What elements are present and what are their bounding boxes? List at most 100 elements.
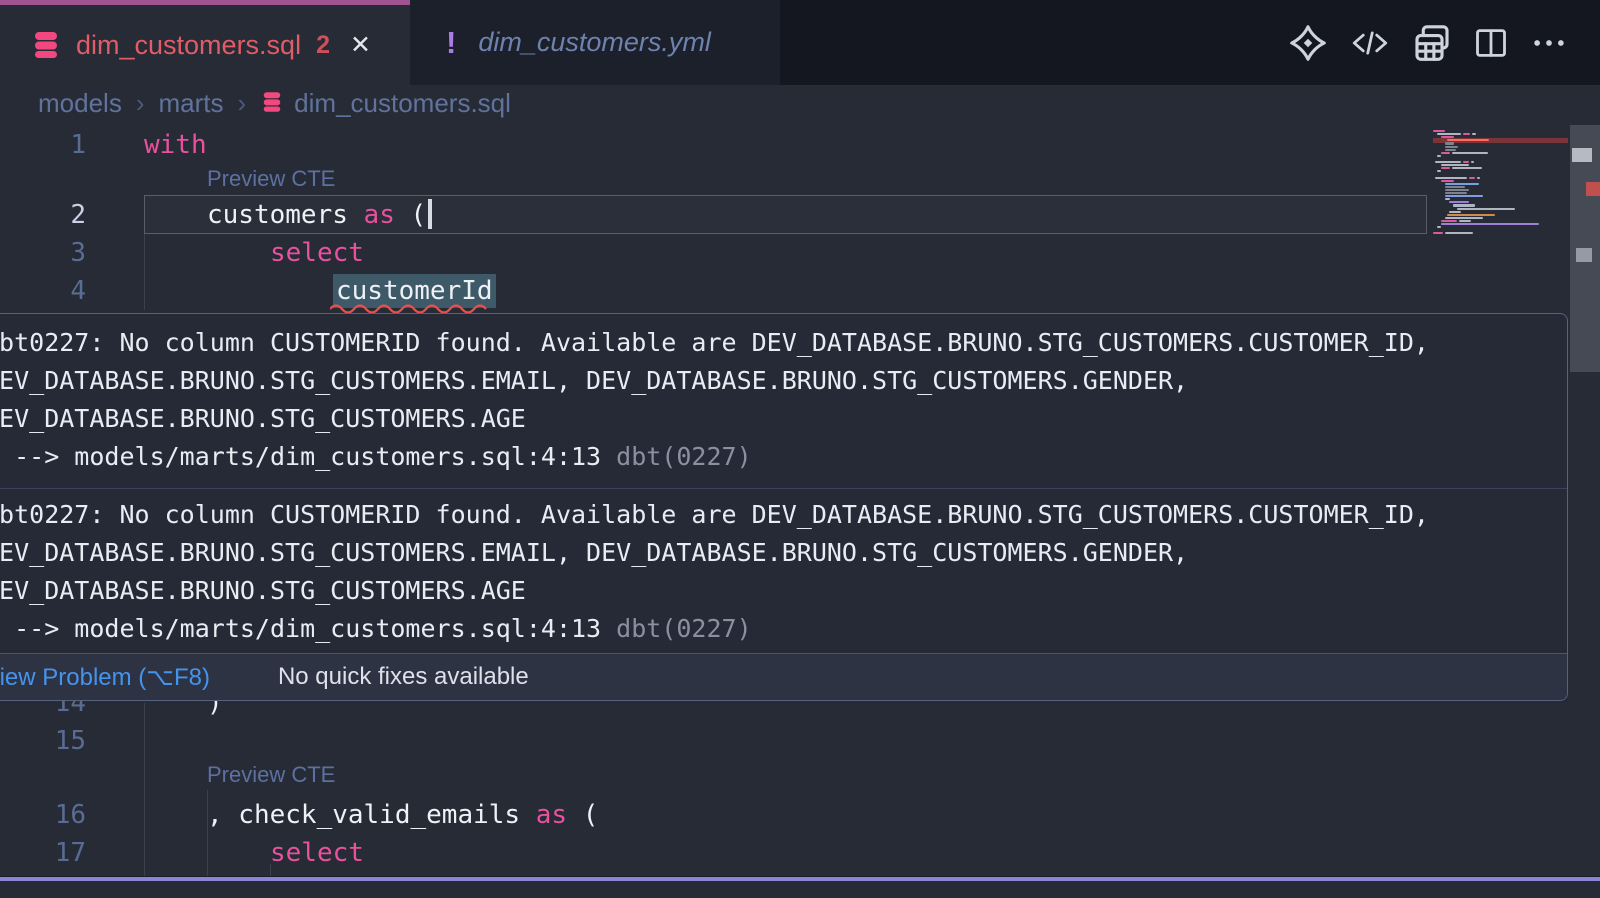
scrollbar[interactable] (1570, 122, 1600, 898)
line-number-1[interactable]: 1 (0, 126, 86, 164)
code-lens-preview-cte[interactable]: Preview CTE (207, 760, 335, 790)
line-number-2[interactable]: 2 (0, 196, 86, 234)
breadcrumb-marts[interactable]: marts (159, 88, 224, 119)
breadcrumb-separator: › (238, 88, 247, 119)
error-code: dbt(0227) (616, 442, 751, 471)
split-editor-icon[interactable] (1473, 25, 1509, 61)
error-message-line: DEV_DATABASE.BRUNO.STG_CUSTOMERS.EMAIL, … (0, 362, 1557, 400)
code-lens-preview-cte[interactable]: Preview CTE (207, 164, 335, 194)
minimap-code-bar (1449, 201, 1469, 203)
code-token: as (536, 800, 567, 830)
minimap-code-bar (1459, 220, 1471, 222)
tab-bar: dim_customers.sql 2 ✕ ! dim_customers.ym… (0, 0, 1600, 85)
code-token: , check_valid_emails (207, 800, 536, 830)
minimap-code-bar (1441, 220, 1457, 222)
minimap-code-bar (1437, 170, 1441, 172)
code-token: select (270, 838, 364, 868)
minimap-code-bar (1445, 232, 1473, 234)
breadcrumb-file[interactable]: dim_customers.sql (294, 88, 511, 119)
line-number-3[interactable]: 3 (0, 234, 86, 272)
minimap-code-bar (1463, 133, 1470, 135)
error-location-line: --> models/marts/dim_customers.sql:4:13 … (0, 438, 1557, 476)
code-line-3[interactable]: select (270, 234, 364, 272)
minimap-code-bar (1445, 142, 1454, 144)
minimap-code-bar (1445, 189, 1469, 191)
minimap-code-bar (1437, 133, 1461, 135)
error-mark-icon: ! (446, 25, 456, 61)
line-number-17[interactable]: 17 (0, 834, 86, 872)
code-line-16[interactable]: , check_valid_emails as ( (207, 796, 598, 834)
minimap-code-bar (1445, 198, 1450, 200)
close-icon[interactable]: ✕ (350, 30, 371, 60)
code-token: ( (567, 800, 598, 830)
error-message-line: DEV_DATABASE.BRUNO.STG_CUSTOMERS.EMAIL, … (0, 534, 1557, 572)
minimap-code-bar (1469, 177, 1475, 179)
dbt-icon[interactable] (1288, 23, 1328, 63)
editor-actions (1288, 0, 1568, 85)
minimap-code-bar (1445, 146, 1458, 148)
breadcrumb-models[interactable]: models (38, 88, 122, 119)
code-editor[interactable]: 123414151617 withPreview CTEcustomers as… (0, 122, 1600, 898)
error-location: --> models/marts/dim_customers.sql:4:13 (0, 442, 616, 471)
line-number-15[interactable]: 15 (0, 722, 86, 760)
minimap-code-bar (1441, 152, 1450, 154)
tab-label: dim_customers.yml (478, 27, 711, 58)
line-number-16[interactable]: 16 (0, 796, 86, 834)
vscode-window: dim_customers.sql 2 ✕ ! dim_customers.ym… (0, 0, 1600, 898)
code-line-2[interactable]: customers as ( (207, 196, 432, 234)
tab-dim-customers-yml[interactable]: ! dim_customers.yml (410, 0, 780, 85)
error-message-line: dbt0227: No column CUSTOMERID found. Ava… (0, 496, 1557, 534)
indent-guide (144, 703, 145, 876)
more-actions-icon[interactable] (1530, 24, 1568, 62)
minimap-code-bar (1441, 164, 1469, 166)
database-icon (30, 29, 62, 61)
minimap-code-bar (1452, 167, 1482, 169)
code-token: customers (207, 200, 364, 230)
database-icon (260, 90, 284, 121)
error-location-line: --> models/marts/dim_customers.sql:4:13 … (0, 610, 1557, 648)
error-message-line: DEV_DATABASE.BRUNO.STG_CUSTOMERS.AGE (0, 572, 1557, 610)
minimap-code-bar (1452, 152, 1488, 154)
copy-query-results-icon[interactable] (1412, 23, 1452, 63)
tab-dirty-count-badge: 2 (316, 31, 330, 60)
minimap-code-bar (1449, 211, 1461, 213)
minimap-code-bar (1472, 133, 1476, 135)
minimap-code-bar (1433, 130, 1445, 132)
minimap-code-bar (1445, 186, 1465, 188)
code-token: as (364, 200, 395, 230)
minimap-code-bar (1445, 192, 1467, 194)
error-location: --> models/marts/dim_customers.sql:4:13 (0, 614, 616, 643)
text-cursor (428, 199, 432, 229)
breadcrumb-separator: › (136, 88, 145, 119)
error-hover-tooltip: dbt0227: No column CUSTOMERID found. Ava… (0, 313, 1568, 701)
minimap-code-bar (1437, 226, 1441, 228)
minimap-code-bar (1433, 232, 1443, 234)
overview-mark (1576, 248, 1592, 262)
breadcrumb: models › marts › dim_customers.sql (0, 85, 1600, 122)
compile-code-icon[interactable] (1349, 25, 1391, 61)
minimap-code-bar (1441, 167, 1450, 169)
error-squiggle-icon (330, 303, 488, 313)
error-message-line: DEV_DATABASE.BRUNO.STG_CUSTOMERS.AGE (0, 400, 1557, 438)
error-message-line: dbt0227: No column CUSTOMERID found. Ava… (0, 324, 1557, 362)
minimap-code-bar (1437, 155, 1441, 157)
tab-dim-customers-sql[interactable]: dim_customers.sql 2 ✕ (0, 0, 410, 85)
minimap-code-bar (1457, 208, 1515, 210)
minimap-code-bar (1463, 161, 1469, 163)
minimap-code-bar (1447, 214, 1495, 216)
code-token: ( (395, 200, 426, 230)
code-line-17[interactable]: select (270, 834, 364, 872)
error-code: dbt(0227) (616, 614, 751, 643)
code-line-1[interactable]: with (144, 126, 207, 164)
panel-sash[interactable] (0, 877, 1600, 881)
view-problem-link[interactable]: View Problem (⌥F8) (0, 663, 210, 692)
no-quick-fixes-label: No quick fixes available (278, 663, 529, 691)
minimap-code-bar (1435, 177, 1467, 179)
minimap-code-bar (1471, 161, 1474, 163)
indent-guide (207, 790, 208, 876)
hover-error-block: dbt0227: No column CUSTOMERID found. Ava… (0, 488, 1567, 653)
line-number-4[interactable]: 4 (0, 272, 86, 310)
hover-status-bar: View Problem (⌥F8) No quick fixes availa… (0, 653, 1567, 700)
minimap-code-bar (1477, 177, 1480, 179)
minimap-code-bar (1441, 180, 1454, 182)
